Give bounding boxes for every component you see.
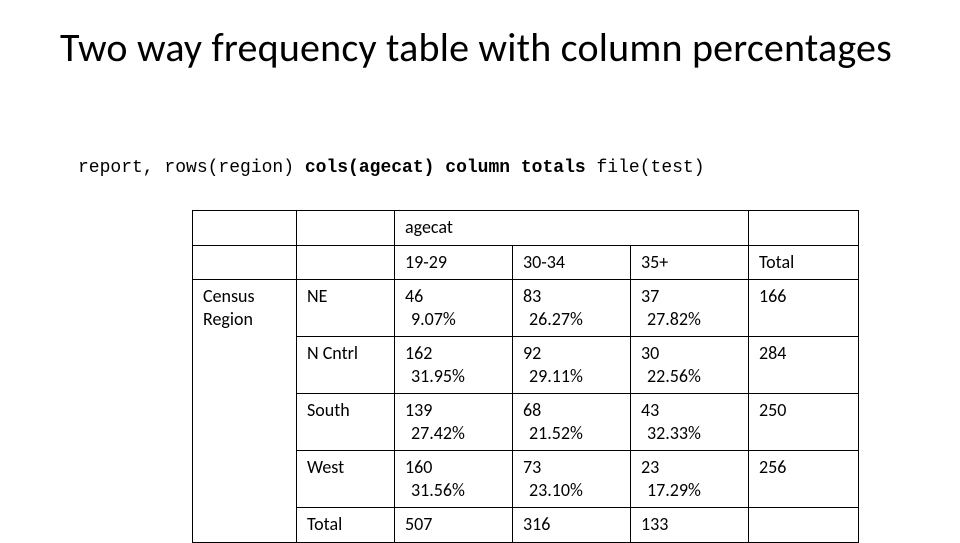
col-total: 133	[631, 508, 749, 543]
table-row: agecat	[193, 211, 859, 246]
row-label: West	[297, 451, 395, 508]
row-total: 284	[749, 337, 859, 394]
data-cell: 46 9.07%	[395, 280, 513, 337]
data-cell: 23 17.29%	[631, 451, 749, 508]
column-header-total: Total	[749, 245, 859, 280]
page-title: Two way frequency table with column perc…	[60, 26, 892, 70]
row-group-header: Census Region	[193, 280, 297, 543]
code-post: file(test)	[586, 158, 705, 178]
row-label-total: Total	[297, 508, 395, 543]
data-cell: 30 22.56%	[631, 337, 749, 394]
column-header: 30-34	[513, 245, 631, 280]
frequency-table: agecat 19-29 30-34 35+ Total Census Regi…	[192, 210, 859, 543]
row-total: 256	[749, 451, 859, 508]
code-bold: cols(agecat) column totals	[305, 158, 586, 178]
data-cell: 139 27.42%	[395, 394, 513, 451]
table-row: 19-29 30-34 35+ Total	[193, 245, 859, 280]
data-cell: 83 26.27%	[513, 280, 631, 337]
slide: Two way frequency table with column perc…	[0, 0, 960, 540]
data-cell: 43 32.33%	[631, 394, 749, 451]
data-cell: 68 21.52%	[513, 394, 631, 451]
row-label: South	[297, 394, 395, 451]
col-total: 316	[513, 508, 631, 543]
row-label: NE	[297, 280, 395, 337]
data-cell: 162 31.95%	[395, 337, 513, 394]
row-total: 250	[749, 394, 859, 451]
column-group-header: agecat	[395, 211, 749, 246]
data-cell: 92 29.11%	[513, 337, 631, 394]
data-cell: 37 27.82%	[631, 280, 749, 337]
row-label: N Cntrl	[297, 337, 395, 394]
column-header: 35+	[631, 245, 749, 280]
table-row: Census Region NE 46 9.07% 83 26.27% 37 2…	[193, 280, 859, 337]
data-cell: 160 31.56%	[395, 451, 513, 508]
col-total: 507	[395, 508, 513, 543]
row-total: 166	[749, 280, 859, 337]
column-header: 19-29	[395, 245, 513, 280]
code-pre: report, rows(region)	[78, 158, 305, 178]
grand-total	[749, 508, 859, 543]
data-cell: 73 23.10%	[513, 451, 631, 508]
command-line: report, rows(region) cols(agecat) column…	[78, 158, 705, 178]
